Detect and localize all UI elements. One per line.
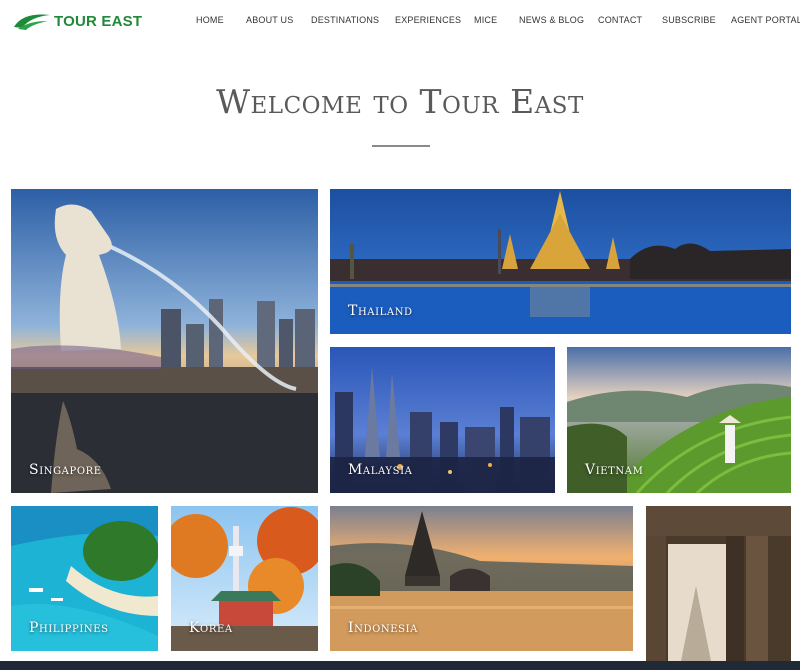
nav-experiences[interactable]: EXPERIENCES (395, 15, 461, 25)
tile-cambodia[interactable] (646, 506, 791, 661)
nav-news-blog[interactable]: NEWS & BLOG (519, 15, 584, 25)
tile-indonesia[interactable]: Indonesia (330, 506, 633, 651)
label-korea: Korea (189, 620, 233, 636)
tile-thailand[interactable]: Thailand (330, 189, 791, 334)
tile-philippines[interactable]: Philippines (11, 506, 158, 651)
label-malaysia: Malaysia (348, 462, 413, 478)
label-singapore: Singapore (29, 462, 102, 478)
nav-contact[interactable]: CONTACT (598, 15, 642, 25)
page-title: Welcome to Tour East (0, 82, 800, 121)
footer-strip (0, 661, 800, 670)
label-indonesia: Indonesia (348, 620, 418, 636)
label-philippines: Philippines (29, 620, 109, 636)
angkor-image (646, 506, 791, 661)
tile-korea[interactable]: Korea (171, 506, 318, 651)
tile-malaysia[interactable]: Malaysia (330, 347, 555, 493)
nav-about-us[interactable]: ABOUT US (246, 15, 293, 25)
label-thailand: Thailand (348, 303, 413, 319)
label-vietnam: Vietnam (585, 462, 644, 478)
page-title-text: Welcome to Tour East (216, 82, 584, 121)
nav-mice[interactable]: MICE (474, 15, 497, 25)
nav-home[interactable]: HOME (196, 15, 224, 25)
nav-subscribe[interactable]: SUBSCRIBE (662, 15, 716, 25)
title-divider (372, 145, 430, 147)
site-header: TOUR EAST HOME ABOUT US DESTINATIONS EXP… (0, 0, 800, 42)
tile-singapore[interactable]: Singapore (11, 189, 318, 493)
main-nav: HOME ABOUT US DESTINATIONS EXPERIENCES M… (0, 15, 800, 29)
nav-agent-portal[interactable]: AGENT PORTAL (731, 15, 800, 25)
tile-vietnam[interactable]: Vietnam (567, 347, 791, 493)
nav-destinations[interactable]: DESTINATIONS (311, 15, 379, 25)
singapore-image (11, 189, 318, 493)
